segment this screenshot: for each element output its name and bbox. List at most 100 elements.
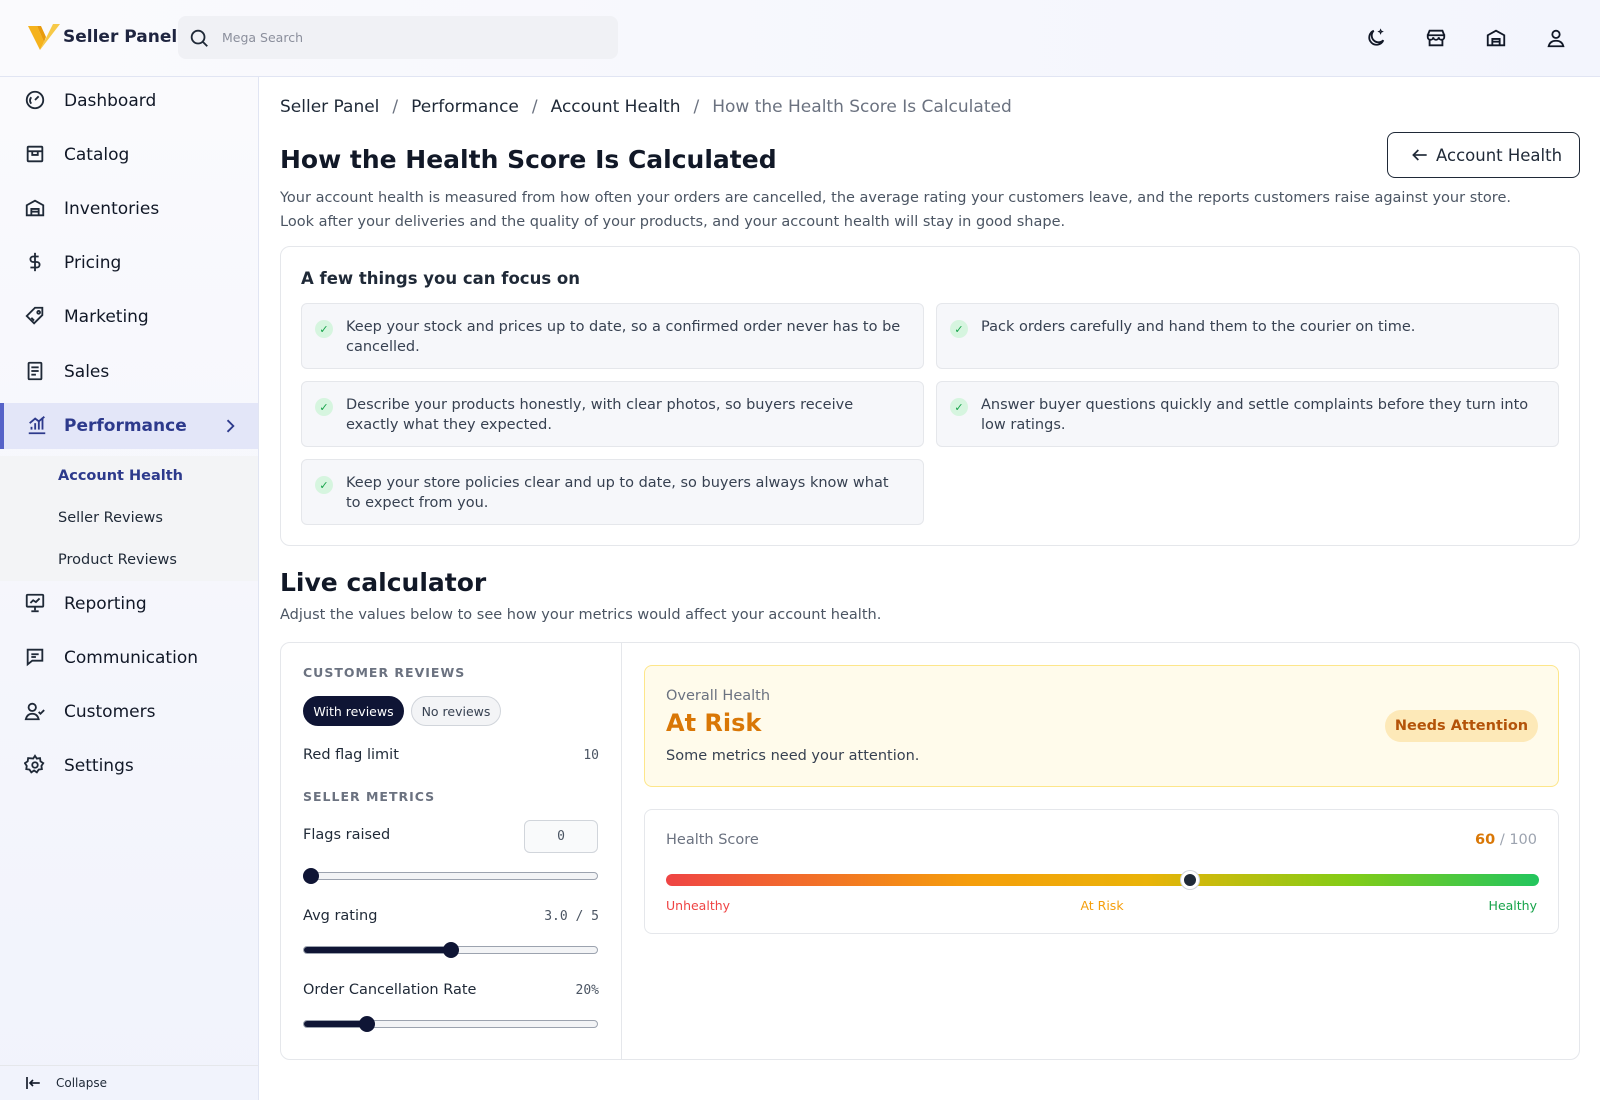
collapse-icon — [26, 1077, 40, 1089]
tip-text: Describe your products honestly, with cl… — [346, 397, 854, 433]
health-score-value: 60 / 100 — [1475, 832, 1537, 848]
slider-thumb[interactable] — [358, 1016, 375, 1032]
calculator-inputs: CUSTOMER REVIEWS With reviews No reviews… — [281, 643, 622, 1059]
flags-raised-slider[interactable] — [303, 867, 598, 885]
tips-title: A few things you can focus on — [301, 269, 580, 288]
status-badge: Needs Attention — [1385, 710, 1538, 742]
sidebar-item-dashboard[interactable]: Dashboard — [0, 78, 258, 124]
tip-item: ✓ Keep your store policies clear and up … — [301, 459, 924, 525]
search-icon — [190, 29, 208, 47]
no-reviews-toggle[interactable]: No reviews — [411, 696, 501, 726]
dollar-icon — [24, 251, 48, 275]
sidebar-item-label: Performance — [64, 416, 187, 436]
with-reviews-toggle[interactable]: With reviews — [303, 696, 404, 726]
overall-health-panel: Overall Health At Risk Some metrics need… — [644, 665, 1559, 787]
breadcrumb-separator: / — [693, 97, 700, 117]
search-box[interactable] — [178, 16, 618, 59]
seller-metrics-label: SELLER METRICS — [303, 789, 436, 804]
moon-icon — [1368, 28, 1385, 46]
breadcrumb-current: How the Health Score Is Calculated — [712, 97, 1012, 117]
sidebar-item-label: Dashboard — [64, 91, 157, 111]
sidebar-item-label: Pricing — [64, 253, 122, 273]
tip-text: Answer buyer questions quickly and settl… — [981, 397, 1529, 433]
sidebar-item-inventories[interactable]: Inventories — [0, 186, 258, 232]
customer-reviews-label: CUSTOMER REVIEWS — [303, 665, 466, 680]
health-score-marker — [1180, 871, 1199, 889]
tips-card: A few things you can focus on ✓ Keep you… — [280, 246, 1580, 546]
performance-submenu: Account Health Seller Reviews Product Re… — [0, 456, 258, 581]
avg-rating-value: 3.0 / 5 — [544, 909, 599, 924]
check-icon: ✓ — [950, 320, 968, 338]
cancellation-rate-slider[interactable] — [303, 1015, 598, 1033]
breadcrumb-link[interactable]: Account Health — [551, 97, 681, 117]
check-icon: ✓ — [315, 476, 333, 494]
health-score-gradient-bar — [666, 874, 1539, 886]
warehouse-icon — [24, 197, 48, 221]
sidebar-item-customers[interactable]: Customers — [0, 689, 258, 735]
theme-toggle-button[interactable] — [1362, 24, 1390, 52]
tip-item: ✓ Keep your stock and prices up to date,… — [301, 303, 924, 369]
collapse-label: Collapse — [56, 1076, 107, 1090]
warehouse-icon — [1486, 29, 1506, 47]
intro-text: Your account health is measured from how… — [280, 186, 1570, 234]
catalog-icon — [24, 143, 48, 167]
tip-text: Keep your store policies clear and up to… — [346, 475, 889, 511]
warehouse-button[interactable] — [1482, 24, 1510, 52]
slider-thumb[interactable] — [303, 868, 319, 884]
submenu-item-account-health[interactable]: Account Health — [58, 468, 183, 484]
slider-track — [303, 1020, 598, 1028]
breadcrumb-separator: / — [531, 97, 538, 117]
sidebar-item-marketing[interactable]: Marketing — [0, 294, 258, 340]
check-icon: ✓ — [315, 320, 333, 338]
slider-thumb[interactable] — [442, 942, 459, 958]
sidebar-item-sales[interactable]: Sales — [0, 349, 258, 395]
tag-icon — [24, 305, 48, 329]
back-to-account-health-button[interactable]: Account Health — [1387, 132, 1580, 178]
arrow-left-icon — [1412, 149, 1427, 161]
store-button[interactable] — [1422, 24, 1450, 52]
logo[interactable]: Seller Panel — [28, 22, 177, 52]
presentation-icon — [24, 592, 48, 616]
profile-button[interactable] — [1542, 24, 1570, 52]
sidebar-item-pricing[interactable]: Pricing — [0, 240, 258, 286]
collapse-button[interactable]: Collapse — [0, 1065, 258, 1100]
sidebar-item-label: Reporting — [64, 594, 147, 614]
flags-raised-label: Flags raised — [303, 827, 391, 843]
flags-raised-input[interactable] — [524, 820, 598, 853]
gear-icon — [23, 754, 48, 778]
overall-health-label: Overall Health — [666, 688, 771, 704]
calculator-card: CUSTOMER REVIEWS With reviews No reviews… — [280, 642, 1580, 1060]
health-score-label: Health Score — [666, 832, 759, 848]
breadcrumb-separator: / — [392, 97, 399, 117]
submenu-item-seller-reviews[interactable]: Seller Reviews — [58, 510, 163, 526]
tip-item: ✓ Answer buyer questions quickly and set… — [936, 381, 1559, 447]
cancellation-rate-value: 20% — [575, 983, 599, 998]
calculator-subtitle: Adjust the values below to see how your … — [280, 607, 882, 623]
logo-mark-icon — [28, 24, 60, 50]
search-input[interactable] — [222, 30, 582, 45]
health-score-number: 60 — [1475, 832, 1496, 848]
store-icon — [1426, 29, 1446, 47]
breadcrumb-link[interactable]: Seller Panel — [280, 97, 379, 117]
health-score-panel: Health Score 60 / 100 Unhealthy At Risk … — [644, 809, 1559, 934]
sidebar-item-catalog[interactable]: Catalog — [0, 132, 258, 178]
bar-chart-icon — [26, 414, 50, 438]
breadcrumb-link[interactable]: Performance — [411, 97, 519, 117]
submenu-item-product-reviews[interactable]: Product Reviews — [58, 552, 177, 568]
sidebar-item-label: Inventories — [64, 199, 160, 219]
gauge-icon — [24, 89, 48, 113]
tip-item: ✓ Pack orders carefully and hand them to… — [936, 303, 1559, 369]
sidebar-item-settings[interactable]: Settings — [0, 743, 258, 789]
message-icon — [24, 646, 48, 670]
avg-rating-label: Avg rating — [303, 908, 378, 924]
overall-health-description: Some metrics need your attention. — [666, 748, 920, 764]
sidebar-item-reporting[interactable]: Reporting — [0, 581, 258, 627]
receipt-icon — [24, 360, 48, 384]
avg-rating-slider[interactable] — [303, 941, 598, 959]
sidebar-item-label: Catalog — [64, 145, 130, 165]
sidebar-item-communication[interactable]: Communication — [0, 635, 258, 681]
check-icon: ✓ — [950, 398, 968, 416]
zone-label-at-risk: At Risk — [1080, 898, 1124, 913]
sidebar-item-performance[interactable]: Performance — [0, 403, 258, 449]
calculator-title: Live calculator — [280, 568, 487, 597]
